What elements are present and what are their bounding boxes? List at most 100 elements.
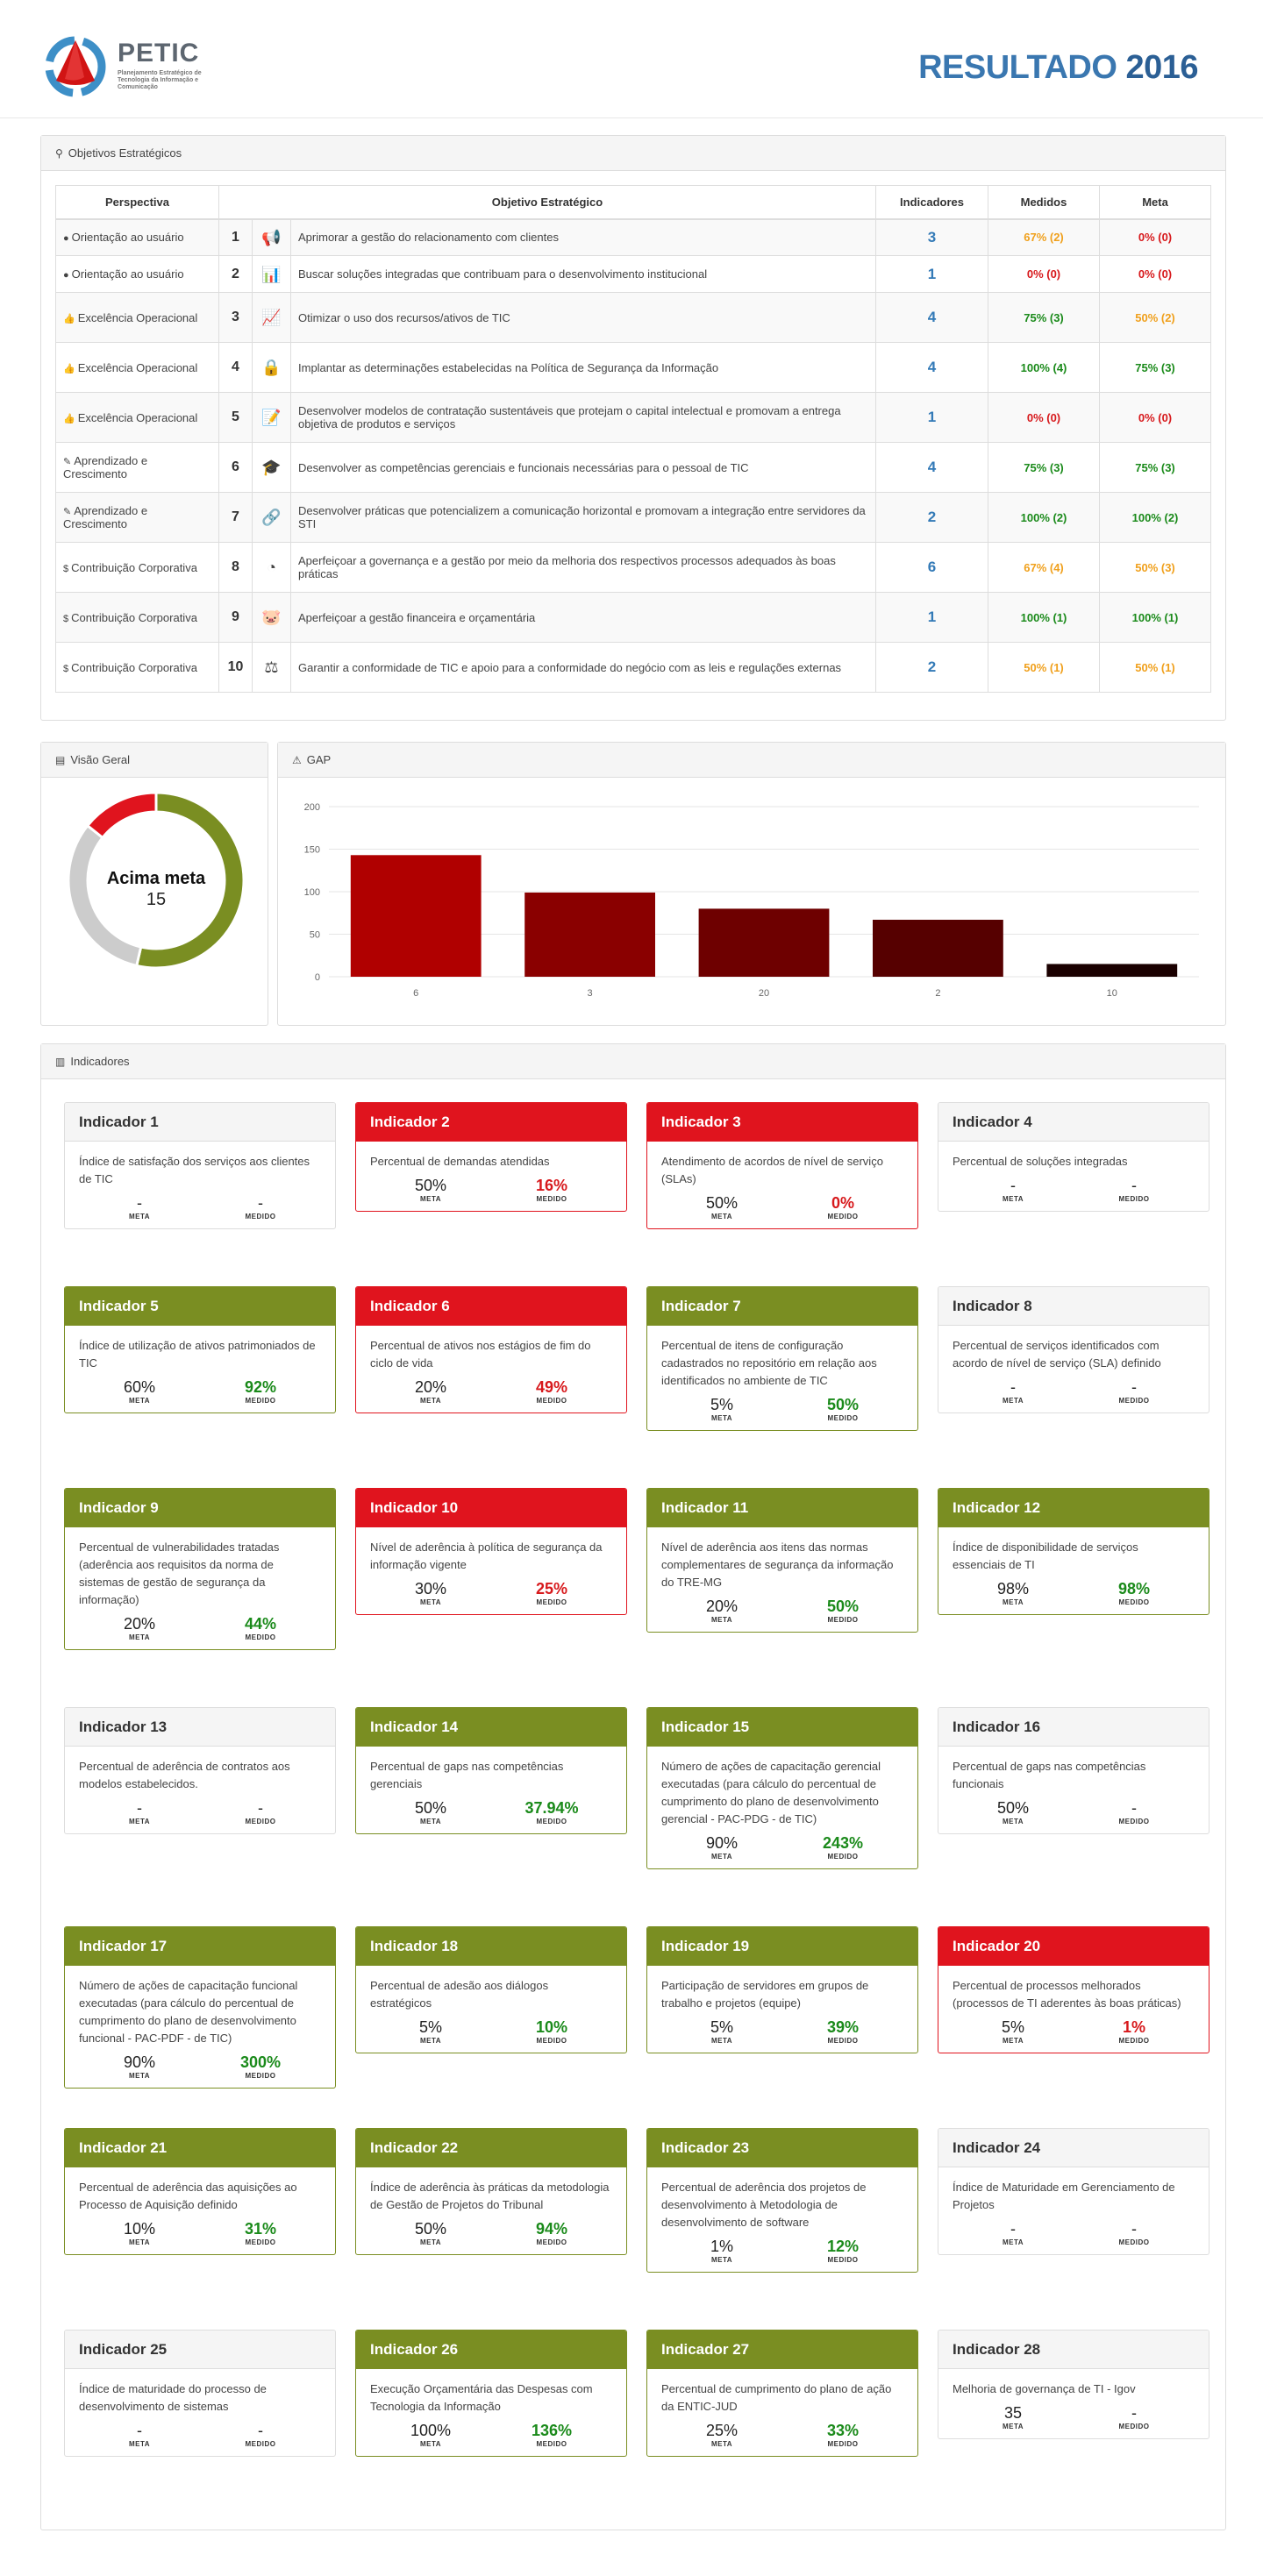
medido-value: 31% (244, 2220, 277, 2238)
indicator-card[interactable]: Indicador 2 Percentual de demandas atend… (355, 1102, 627, 1212)
indicator-card[interactable]: Indicador 27 Percentual de cumprimento d… (646, 2330, 918, 2457)
table-row[interactable]: $ Contribuição Corporativa 8 ◔ Aperfeiçoa… (55, 542, 1211, 593)
indicator-title[interactable]: Indicador 12 (938, 1489, 1209, 1527)
indicadores-count[interactable]: 4 (875, 442, 988, 493)
indicadores-count[interactable]: 1 (875, 592, 988, 643)
indicator-card[interactable]: Indicador 19 Participação de servidores … (646, 1926, 918, 2053)
indicator-title[interactable]: Indicador 7 (647, 1287, 917, 1326)
meta-block: 90% META (661, 1833, 782, 1861)
indicator-title[interactable]: Indicador 16 (938, 1708, 1209, 1747)
indicator-title[interactable]: Indicador 25 (65, 2330, 335, 2369)
indicator-card[interactable]: Indicador 26 Execução Orçamentária das D… (355, 2330, 627, 2457)
indicator-card[interactable]: Indicador 23 Percentual de aderência dos… (646, 2128, 918, 2273)
medidos-value: 67% (4) (988, 542, 1100, 593)
indicator-card[interactable]: Indicador 8 Percentual de serviços ident… (938, 1286, 1209, 1413)
indicator-title[interactable]: Indicador 24 (938, 2129, 1209, 2167)
objetivo-text[interactable]: Desenvolver práticas que potencializem a… (290, 492, 876, 543)
indicator-title[interactable]: Indicador 28 (938, 2330, 1209, 2369)
indicator-title[interactable]: Indicador 2 (356, 1103, 626, 1142)
indicator-card[interactable]: Indicador 11 Nível de aderência aos iten… (646, 1488, 918, 1633)
indicadores-count[interactable]: 1 (875, 255, 988, 293)
objetivo-text[interactable]: Aperfeiçoar a gestão financeira e orçame… (290, 592, 876, 643)
indicator-card[interactable]: Indicador 1 Índice de satisfação dos ser… (64, 1102, 336, 1229)
indicator-card[interactable]: Indicador 22 Índice de aderência às prát… (355, 2128, 627, 2255)
indicator-title[interactable]: Indicador 5 (65, 1287, 335, 1326)
indicator-title[interactable]: Indicador 8 (938, 1287, 1209, 1326)
indicator-card[interactable]: Indicador 24 Índice de Maturidade em Ger… (938, 2128, 1209, 2255)
indicator-card[interactable]: Indicador 15 Número de ações de capacita… (646, 1707, 918, 1869)
indicadores-count[interactable]: 2 (875, 492, 988, 543)
indicator-card[interactable]: Indicador 16 Percentual de gaps nas comp… (938, 1707, 1209, 1834)
indicator-title[interactable]: Indicador 26 (356, 2330, 626, 2369)
indicator-title[interactable]: Indicador 20 (938, 1927, 1209, 1966)
objetivo-text[interactable]: Buscar soluções integradas que contribua… (290, 255, 876, 293)
indicator-card[interactable]: Indicador 20 Percentual de processos mel… (938, 1926, 1209, 2053)
indicator-title[interactable]: Indicador 23 (647, 2129, 917, 2167)
table-row[interactable]: 👍 Excelência Operacional 4 🔒 Implantar as… (55, 342, 1211, 393)
gap-bar[interactable] (1046, 964, 1178, 977)
table-row[interactable]: ✎ Aprendizado e Crescimento 6 🎓 Desenvolv… (55, 442, 1211, 493)
indicator-card[interactable]: Indicador 7 Percentual de itens de confi… (646, 1286, 918, 1431)
table-row[interactable]: 👍 Excelência Operacional 3 📈 Otimizar o u… (55, 292, 1211, 343)
indicator-card[interactable]: Indicador 6 Percentual de ativos nos est… (355, 1286, 627, 1413)
indicator-title[interactable]: Indicador 19 (647, 1927, 917, 1966)
objetivo-text[interactable]: Garantir a conformidade de TIC e apoio p… (290, 642, 876, 693)
indicator-card[interactable]: Indicador 14 Percentual de gaps nas comp… (355, 1707, 627, 1834)
objetivo-number: 6 (218, 442, 253, 493)
indicator-title[interactable]: Indicador 21 (65, 2129, 335, 2167)
table-row[interactable]: 👍 Excelência Operacional 5 📝 Desenvolver … (55, 392, 1211, 443)
indicator-title[interactable]: Indicador 9 (65, 1489, 335, 1527)
table-row[interactable]: ● Orientação ao usuário 1 📢 Aprimorar a g… (55, 218, 1211, 256)
indicator-card[interactable]: Indicador 10 Nível de aderência à políti… (355, 1488, 627, 1615)
indicadores-count[interactable]: 3 (875, 218, 988, 256)
indicadores-count[interactable]: 4 (875, 292, 988, 343)
indicator-title[interactable]: Indicador 6 (356, 1287, 626, 1326)
indicator-card[interactable]: Indicador 25 Índice de maturidade do pro… (64, 2330, 336, 2457)
indicator-title[interactable]: Indicador 15 (647, 1708, 917, 1747)
indicator-title[interactable]: Indicador 27 (647, 2330, 917, 2369)
indicator-card[interactable]: Indicador 3 Atendimento de acordos de ní… (646, 1102, 918, 1229)
table-row[interactable]: $ Contribuição Corporativa 10 ⚖ Garantir … (55, 642, 1211, 693)
petic-logo[interactable]: PETIC Planejamento Estratégico de Tecnol… (40, 32, 233, 102)
gap-bar[interactable] (524, 892, 655, 977)
indicator-card[interactable]: Indicador 28 Melhoria de governança de T… (938, 2330, 1209, 2439)
objetivo-text[interactable]: Aperfeiçoar a governança e a gestão por … (290, 542, 876, 593)
indicator-title[interactable]: Indicador 4 (938, 1103, 1209, 1142)
indicator-card[interactable]: Indicador 13 Percentual de aderência de … (64, 1707, 336, 1834)
indicadores-count[interactable]: 2 (875, 642, 988, 693)
indicator-title[interactable]: Indicador 13 (65, 1708, 335, 1747)
indicadores-count[interactable]: 4 (875, 342, 988, 393)
objetivo-text[interactable]: Desenvolver modelos de contratação suste… (290, 392, 876, 443)
indicator-card[interactable]: Indicador 12 Índice de disponibilidade d… (938, 1488, 1209, 1615)
table-row[interactable]: ✎ Aprendizado e Crescimento 7 🔗 Desenvolv… (55, 492, 1211, 543)
gap-bar[interactable] (698, 908, 830, 977)
indicator-card[interactable]: Indicador 4 Percentual de soluções integ… (938, 1102, 1209, 1212)
meta-value: 5% (710, 2018, 733, 2036)
meta-label: META (128, 1213, 151, 1220)
indicator-card[interactable]: Indicador 9 Percentual de vulnerabilidad… (64, 1488, 336, 1650)
indicator-description: Percentual de ativos nos estágios de fim… (370, 1339, 591, 1370)
indicator-card[interactable]: Indicador 5 Índice de utilização de ativ… (64, 1286, 336, 1413)
indicator-card[interactable]: Indicador 21 Percentual de aderência das… (64, 2128, 336, 2255)
objetivo-text[interactable]: Desenvolver as competências gerenciais e… (290, 442, 876, 493)
indicator-title[interactable]: Indicador 14 (356, 1708, 626, 1747)
indicator-title[interactable]: Indicador 11 (647, 1489, 917, 1527)
table-row[interactable]: $ Contribuição Corporativa 9 🐷 Aperfeiçoa… (55, 592, 1211, 643)
gap-bar[interactable] (873, 920, 1003, 977)
objetivo-text[interactable]: Implantar as determinações estabelecidas… (290, 342, 876, 393)
indicator-card[interactable]: Indicador 18 Percentual de adesão aos di… (355, 1926, 627, 2053)
indicator-card[interactable]: Indicador 17 Número de ações de capacita… (64, 1926, 336, 2089)
indicator-title[interactable]: Indicador 10 (356, 1489, 626, 1527)
table-row[interactable]: ● Orientação ao usuário 2 📊 Buscar soluçõ… (55, 255, 1211, 293)
indicator-title[interactable]: Indicador 3 (647, 1103, 917, 1142)
indicator-title[interactable]: Indicador 18 (356, 1927, 626, 1966)
indicadores-count[interactable]: 1 (875, 392, 988, 443)
indicator-title[interactable]: Indicador 22 (356, 2129, 626, 2167)
gap-bar[interactable] (350, 855, 482, 977)
donut-segment[interactable] (85, 791, 158, 840)
indicadores-count[interactable]: 6 (875, 542, 988, 593)
objetivo-text[interactable]: Otimizar o uso dos recursos/ativos de TI… (290, 292, 876, 343)
objetivo-text[interactable]: Aprimorar a gestão do relacionamento com… (290, 218, 876, 256)
indicator-title[interactable]: Indicador 1 (65, 1103, 335, 1142)
indicator-title[interactable]: Indicador 17 (65, 1927, 335, 1966)
